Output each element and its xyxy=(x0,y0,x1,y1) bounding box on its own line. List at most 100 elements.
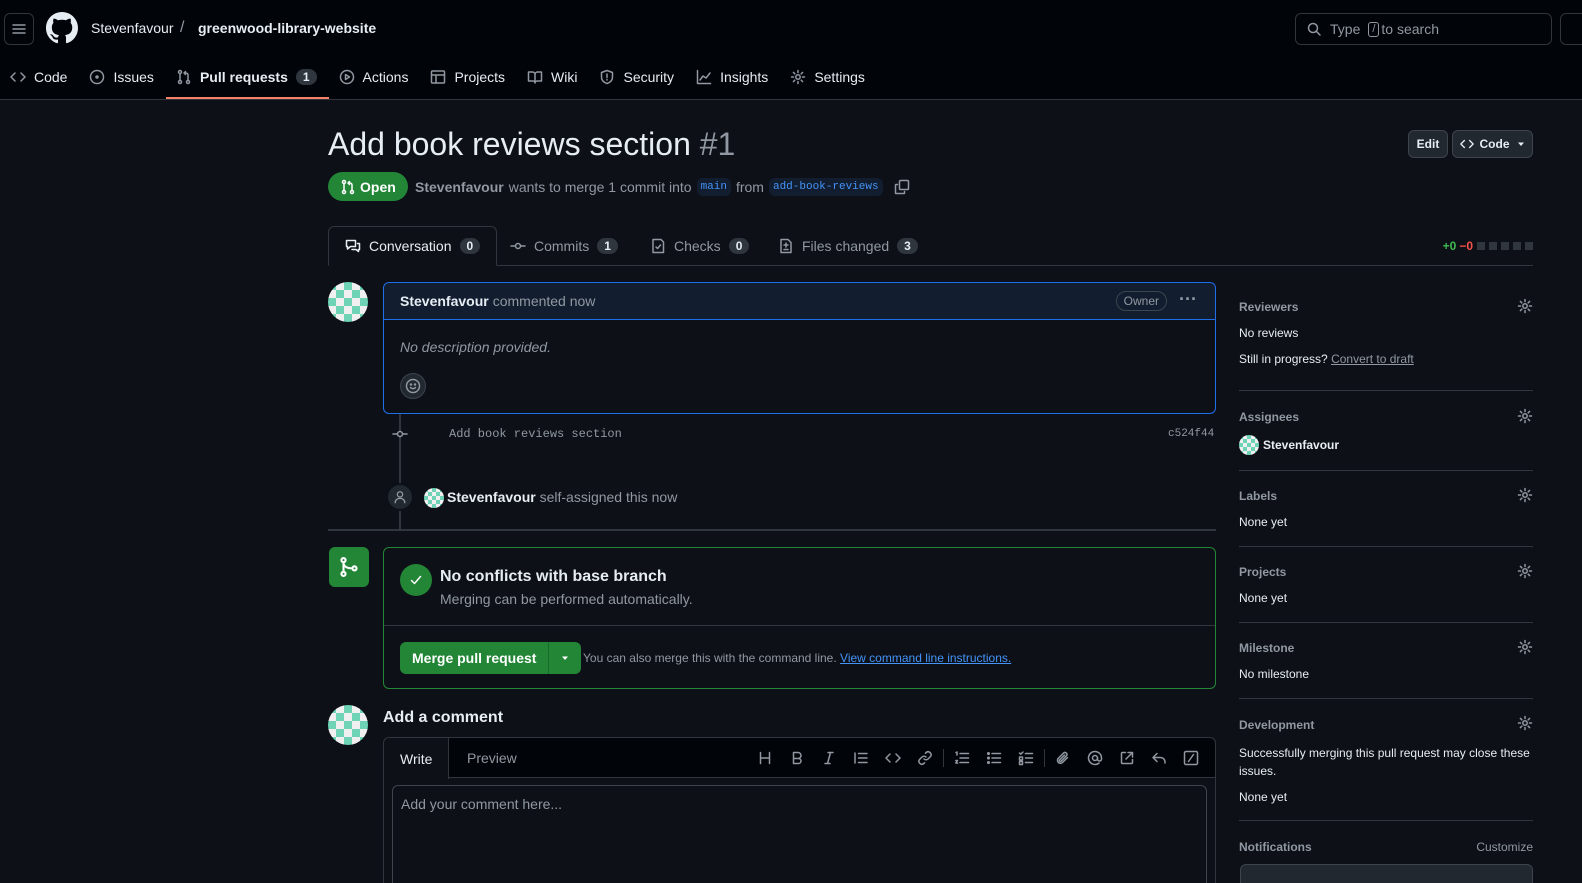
diff-square xyxy=(1525,242,1533,250)
search-suffix: to search xyxy=(1381,21,1440,37)
search-input[interactable]: Type / to search xyxy=(1295,13,1552,45)
tab-actions[interactable]: Actions xyxy=(329,60,421,93)
mention-button[interactable] xyxy=(1079,747,1111,769)
attach-button[interactable] xyxy=(1047,747,1079,769)
kebab-icon[interactable]: ··· xyxy=(1179,289,1197,310)
tab-conversation[interactable]: Conversation 0 xyxy=(328,226,498,266)
caret-down-icon xyxy=(562,656,569,660)
comment-header: Stevenfavour commented now xyxy=(384,283,1215,320)
menu-button[interactable] xyxy=(4,13,34,45)
tab-write[interactable]: Write xyxy=(384,738,450,779)
merge-hint-text: You can also merge this with the command… xyxy=(583,651,837,665)
tab-wiki[interactable]: Wiki xyxy=(517,60,589,93)
sidebar-development: Development Successfully merging this pu… xyxy=(1239,707,1533,821)
tab-checks[interactable]: Checks 0 xyxy=(650,226,750,266)
commit-message[interactable]: Add book reviews section xyxy=(449,427,622,441)
edit-button[interactable]: Edit xyxy=(1408,130,1448,158)
mention-icon xyxy=(1087,750,1103,766)
assignees-heading[interactable]: Assignees xyxy=(1239,410,1299,424)
avatar[interactable] xyxy=(328,282,368,322)
tab-commits[interactable]: Commits 1 xyxy=(510,226,618,266)
link-button[interactable] xyxy=(909,747,941,769)
merge-button-group: Merge pull request xyxy=(400,642,582,674)
tasklist-icon xyxy=(1018,751,1034,766)
timeline-divider xyxy=(328,529,1216,531)
notifications-heading: Notifications xyxy=(1239,840,1312,854)
tab-issues[interactable]: Issues xyxy=(79,60,165,93)
tab-files-label: Files changed xyxy=(802,238,890,254)
tab-security-label: Security xyxy=(623,68,675,85)
ordered-list-button[interactable] xyxy=(946,747,978,769)
comment-author[interactable]: Stevenfavour xyxy=(400,293,489,309)
bold-button[interactable] xyxy=(781,747,813,769)
labels-heading[interactable]: Labels xyxy=(1239,489,1277,503)
assignee-name[interactable]: Stevenfavour xyxy=(1263,438,1339,452)
pr-author[interactable]: Stevenfavour xyxy=(415,179,504,195)
milestone-heading[interactable]: Milestone xyxy=(1239,641,1294,655)
merge-options-button[interactable] xyxy=(549,642,582,674)
event-user[interactable]: Stevenfavour xyxy=(447,489,536,505)
avatar[interactable] xyxy=(424,488,444,508)
cross-reference-icon xyxy=(1120,751,1134,765)
saved-replies-button[interactable] xyxy=(1143,747,1175,769)
file-diff-icon xyxy=(780,238,792,254)
gear-icon[interactable] xyxy=(1517,715,1533,731)
heading-button[interactable] xyxy=(749,747,781,769)
github-logo-icon[interactable] xyxy=(46,12,78,44)
head-branch[interactable]: add-book-reviews xyxy=(768,178,883,196)
merge-pull-request-button[interactable]: Merge pull request xyxy=(400,642,550,674)
hamburger-icon xyxy=(12,24,26,34)
breadcrumb-owner[interactable]: Stevenfavour xyxy=(91,20,174,36)
tab-files-changed[interactable]: Files changed 3 xyxy=(778,226,918,266)
base-branch[interactable]: main xyxy=(696,178,731,196)
copy-icon[interactable] xyxy=(894,179,910,195)
gear-icon[interactable] xyxy=(1517,487,1533,503)
customize-link[interactable]: Customize xyxy=(1476,840,1533,854)
copilot-button[interactable] xyxy=(1560,13,1582,45)
reviewers-heading[interactable]: Reviewers xyxy=(1239,300,1298,314)
breadcrumb-repo[interactable]: greenwood-library-website xyxy=(198,20,376,36)
tab-code[interactable]: Code xyxy=(0,60,79,93)
code-button[interactable]: Code xyxy=(1452,130,1533,158)
merge-subtitle: Merging can be performed automatically. xyxy=(440,591,693,607)
projects-heading[interactable]: Projects xyxy=(1239,565,1286,579)
code-button-toolbar[interactable] xyxy=(877,747,909,769)
tab-pull-requests[interactable]: Pull requests 1 xyxy=(165,60,329,99)
tab-settings[interactable]: Settings xyxy=(780,60,877,93)
milestone-value: No milestone xyxy=(1239,667,1310,681)
smiley-icon xyxy=(405,378,421,394)
slash-commands-button[interactable] xyxy=(1175,747,1207,769)
task-list-button[interactable] xyxy=(1010,747,1042,769)
gear-icon[interactable] xyxy=(1517,639,1533,655)
gear-icon[interactable] xyxy=(1517,298,1533,314)
italic-button[interactable] xyxy=(813,747,845,769)
gear-icon[interactable] xyxy=(1517,408,1533,424)
play-icon xyxy=(339,69,354,84)
avatar[interactable] xyxy=(1239,435,1259,455)
tab-preview[interactable]: Preview xyxy=(451,738,533,778)
comment-textarea[interactable]: Add your comment here... xyxy=(392,785,1207,883)
sidebar-notifications: Notifications Customize xyxy=(1239,840,1533,860)
emoji-reaction-button[interactable] xyxy=(400,373,426,399)
command-line-link[interactable]: View command line instructions. xyxy=(840,651,1011,665)
tab-pull-requests-label: Pull requests xyxy=(199,68,288,85)
development-heading[interactable]: Development xyxy=(1239,718,1314,732)
comment-card: Stevenfavour commented now Owner ··· No … xyxy=(383,282,1216,414)
convert-to-draft-link[interactable]: Convert to draft xyxy=(1331,352,1414,366)
reference-button[interactable] xyxy=(1111,747,1143,769)
tab-insights[interactable]: Insights xyxy=(686,60,780,93)
tab-insights-label: Insights xyxy=(720,68,769,85)
development-value: None yet xyxy=(1239,790,1288,804)
commit-sha[interactable]: c524f44 xyxy=(1168,428,1214,440)
table-icon xyxy=(431,69,446,84)
unordered-list-button[interactable] xyxy=(978,747,1010,769)
tab-conversation-label: Conversation xyxy=(369,238,452,254)
diff-stat: +0 −0 xyxy=(1443,239,1533,253)
tab-projects[interactable]: Projects xyxy=(420,60,517,93)
gear-icon[interactable] xyxy=(1517,563,1533,579)
avatar[interactable] xyxy=(328,705,368,745)
tab-issues-label: Issues xyxy=(113,68,154,85)
quote-button[interactable] xyxy=(845,747,877,769)
tab-security[interactable]: Security xyxy=(589,60,686,93)
subscribe-button[interactable] xyxy=(1240,864,1533,883)
